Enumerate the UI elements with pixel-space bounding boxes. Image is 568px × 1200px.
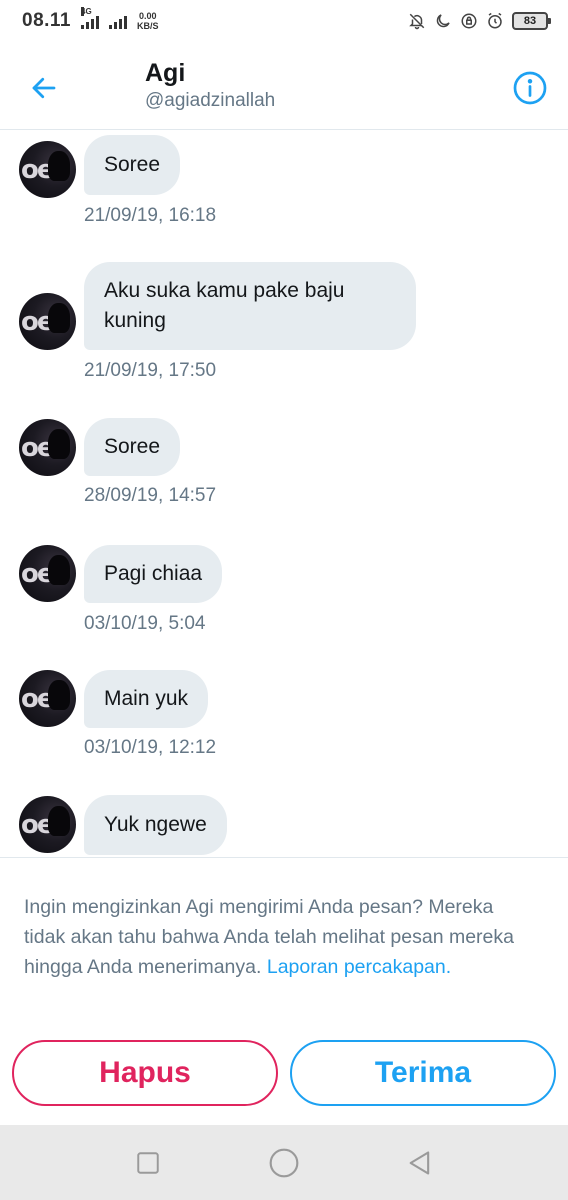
- message-bubble[interactable]: Soree: [84, 135, 181, 195]
- battery-indicator: 83: [512, 12, 551, 30]
- message-timestamp: 21/09/19, 17:50: [84, 360, 217, 381]
- conversation-header: Agi @agiadzinallah: [0, 42, 568, 130]
- avatar[interactable]: oe: [19, 419, 76, 476]
- status-right: 83: [408, 12, 551, 30]
- status-left: 08.11 4G 0.00 KB/S: [22, 7, 159, 32]
- home-button[interactable]: [264, 1143, 304, 1183]
- report-conversation-link[interactable]: Laporan percakapan.: [267, 956, 451, 978]
- avatar[interactable]: oe: [19, 141, 76, 198]
- message-bubble[interactable]: Yuk ngewe: [84, 795, 227, 855]
- moon-icon: [434, 12, 452, 30]
- message-list[interactable]: oe Soree 21/09/19, 16:18 oe Aku suka kam…: [0, 131, 568, 857]
- signal-icon: [109, 13, 127, 29]
- contact-name: Agi: [145, 59, 186, 87]
- net-speed-unit: KB/S: [137, 21, 159, 31]
- arrow-left-icon: [32, 77, 56, 99]
- contact-title[interactable]: Agi @agiadzinallah: [145, 58, 275, 114]
- message-timestamp: 21/09/19, 16:18: [84, 205, 217, 226]
- contact-handle: @agiadzinallah: [145, 90, 276, 111]
- net-speed: 0.00 KB/S: [137, 11, 159, 31]
- info-button[interactable]: [510, 68, 550, 108]
- net-speed-value: 0.00: [138, 11, 157, 21]
- bell-off-icon: [408, 12, 426, 30]
- status-bar: 08.11 4G 0.00 KB/S 83: [0, 0, 568, 42]
- recent-apps-button[interactable]: [128, 1143, 168, 1183]
- info-icon: [513, 71, 547, 105]
- accept-button[interactable]: Terima: [290, 1040, 556, 1106]
- request-message: Ingin mengizinkan Agi mengirimi Anda pes…: [24, 892, 524, 982]
- avatar[interactable]: oe: [19, 670, 76, 727]
- signal-4g-icon: 4G: [81, 7, 99, 29]
- message-timestamp: 28/09/19, 14:57: [84, 485, 217, 506]
- delete-button[interactable]: Hapus: [12, 1040, 278, 1106]
- avatar[interactable]: oe: [19, 293, 76, 350]
- avatar[interactable]: oe: [19, 796, 76, 853]
- lock-rotation-icon: [460, 12, 478, 30]
- message-request-panel: Ingin mengizinkan Agi mengirimi Anda pes…: [0, 857, 568, 1125]
- network-type-label: 4G: [81, 7, 92, 16]
- message-bubble[interactable]: Aku suka kamu pake baju kuning: [84, 262, 416, 350]
- back-button[interactable]: [22, 66, 66, 110]
- home-icon: [269, 1148, 299, 1177]
- back-nav-button[interactable]: [400, 1143, 440, 1183]
- back-nav-icon: [409, 1150, 430, 1175]
- message-timestamp: 03/10/19, 5:04: [84, 613, 206, 634]
- recent-apps-icon: [137, 1151, 159, 1174]
- message-bubble[interactable]: Soree: [84, 418, 181, 476]
- avatar[interactable]: oe: [19, 545, 76, 602]
- message-bubble[interactable]: Main yuk: [84, 670, 209, 728]
- message-timestamp: 03/10/19, 12:12: [84, 737, 217, 758]
- alarm-icon: [486, 12, 504, 30]
- navigation-bar: [0, 1125, 568, 1200]
- status-time: 08.11: [22, 10, 71, 31]
- message-bubble[interactable]: Pagi chiaa: [84, 545, 223, 603]
